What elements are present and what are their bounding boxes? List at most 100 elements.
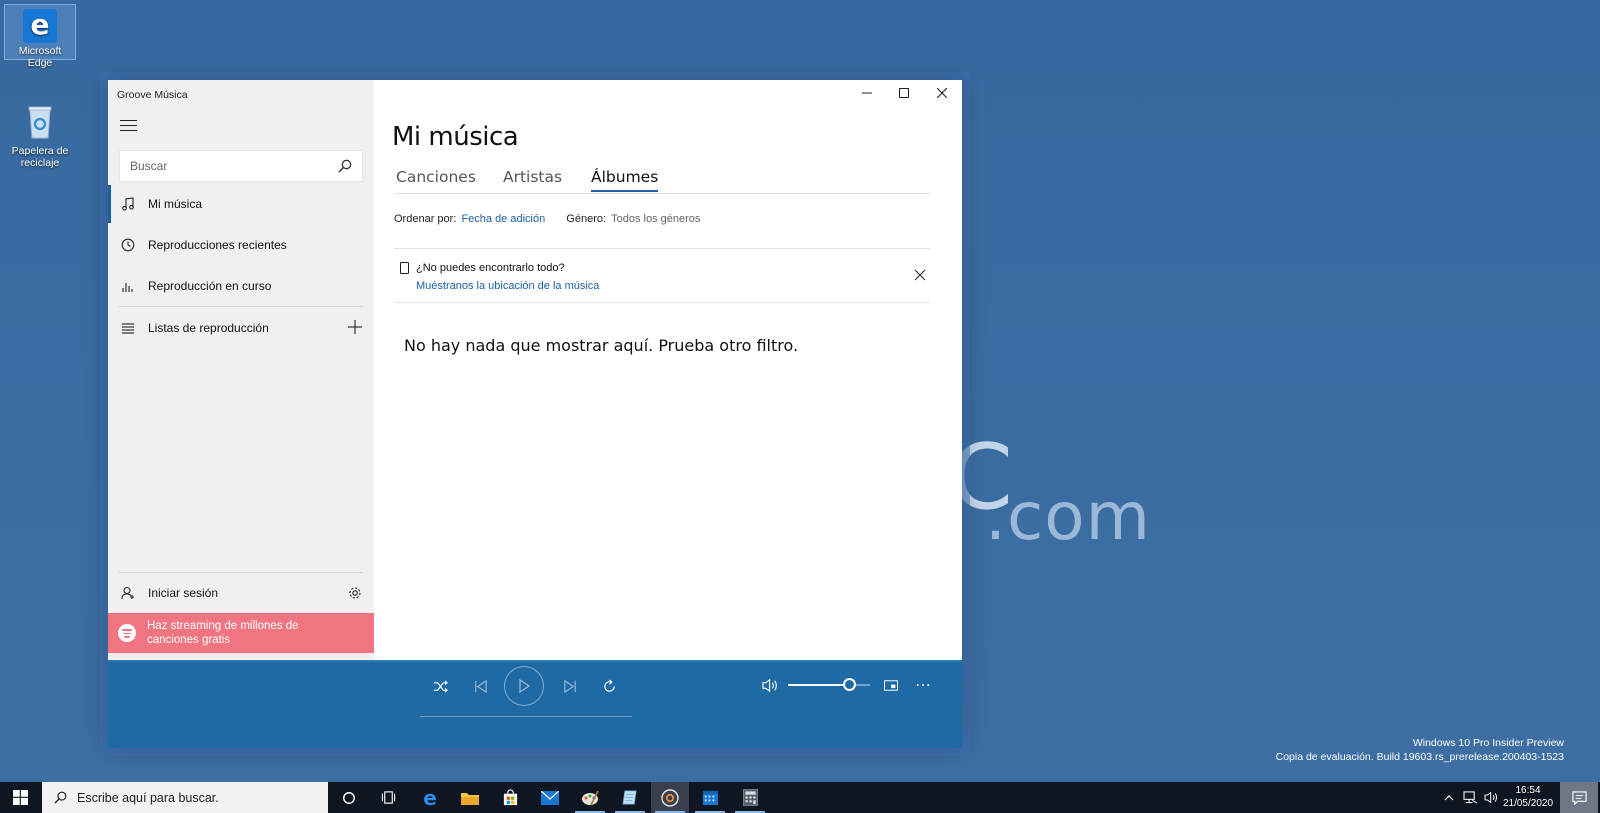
- add-playlist-icon[interactable]: [348, 320, 362, 334]
- repeat-button[interactable]: [597, 674, 621, 698]
- chevron-up-icon: [1444, 794, 1454, 800]
- previous-button[interactable]: [468, 674, 492, 698]
- sidebar-item-mi-musica[interactable]: Mi música: [108, 184, 374, 224]
- clock-time: 16:54: [1515, 785, 1541, 796]
- task-view-icon: [381, 791, 395, 804]
- edge-icon: e: [423, 785, 437, 810]
- equalizer-icon: [121, 279, 135, 293]
- tab-artistas[interactable]: Artistas: [503, 168, 562, 190]
- taskbar-search[interactable]: Escribe aquí para buscar.: [42, 782, 328, 813]
- genre-dropdown[interactable]: Todos los géneros: [611, 213, 700, 225]
- tab-canciones[interactable]: Canciones: [396, 168, 476, 190]
- search-input[interactable]: [120, 151, 320, 181]
- cortana-button[interactable]: [330, 782, 368, 813]
- groove-music-window: Groove Música Mi música Reproducciones r…: [108, 80, 962, 748]
- taskbar-groove-music[interactable]: [651, 782, 689, 813]
- sidebar-item-label: Reproducción en curso: [148, 279, 272, 293]
- maximize-button[interactable]: [885, 80, 923, 106]
- windows-build: Copia de evaluación. Build 19603.rs_prer…: [1275, 751, 1564, 763]
- desktop-icon-label: Microsoft Edge: [18, 45, 62, 69]
- music-note-icon: [121, 197, 135, 211]
- taskbar-calendar[interactable]: [691, 782, 729, 813]
- windows-edition: Windows 10 Pro Insider Preview: [1412, 737, 1564, 749]
- calendar-icon: [702, 790, 718, 806]
- recycle-bin-icon: [28, 106, 52, 139]
- tab-albumes[interactable]: Álbumes: [591, 168, 659, 192]
- volume-fill: [788, 684, 848, 686]
- clock-date: 21/05/2020: [1502, 798, 1554, 809]
- volume-slider[interactable]: [788, 678, 870, 691]
- hamburger-menu-icon[interactable]: [120, 120, 137, 133]
- missing-music-notice: ¿No puedes encontrarlo todo? Muéstranos …: [394, 248, 930, 303]
- taskbar-calculator[interactable]: [731, 782, 769, 813]
- mini-player-button[interactable]: [880, 674, 902, 696]
- genre-label: Género:: [566, 213, 607, 225]
- previous-icon: [474, 679, 487, 693]
- watermark-text: .com: [985, 478, 1151, 555]
- speaker-icon: [761, 678, 777, 692]
- settings-gear-icon[interactable]: [348, 586, 362, 600]
- more-icon: [916, 684, 930, 686]
- minimize-icon: [862, 92, 872, 94]
- groove-music-icon: [661, 788, 679, 807]
- spotify-banner-text: Haz streaming de millones de canciones g…: [147, 620, 299, 646]
- tab-bar: Canciones Artistas Álbumes: [394, 168, 930, 194]
- network-icon: [1462, 791, 1477, 804]
- edge-icon: e: [23, 9, 57, 43]
- search-icon: [54, 791, 67, 804]
- person-icon: [121, 586, 135, 600]
- volume-button[interactable]: [757, 672, 783, 698]
- sidebar-item-en-curso[interactable]: Reproducción en curso: [108, 266, 374, 306]
- empty-state-message: No hay nada que mostrar aquí. Prueba otr…: [404, 336, 799, 355]
- minimize-button[interactable]: [848, 80, 886, 106]
- task-view-button[interactable]: [369, 782, 407, 813]
- sidebar-item-recientes[interactable]: Reproducciones recientes: [108, 225, 374, 265]
- action-center-button[interactable]: [1560, 782, 1598, 813]
- shuffle-button[interactable]: [428, 674, 452, 698]
- close-window-button[interactable]: [923, 80, 961, 106]
- volume-thumb[interactable]: [843, 678, 856, 691]
- taskbar-edge[interactable]: e: [411, 782, 449, 813]
- seek-bar[interactable]: [420, 716, 632, 717]
- show-hidden-icons-button[interactable]: [1440, 782, 1458, 813]
- taskbar-search-placeholder: Escribe aquí para buscar.: [77, 790, 219, 805]
- taskbar-clock[interactable]: 16:54 21/05/2020: [1500, 784, 1556, 810]
- start-button[interactable]: [0, 782, 40, 813]
- play-button[interactable]: [504, 666, 544, 706]
- sidebar-item-listas[interactable]: Listas de reproducción: [108, 308, 374, 348]
- sort-dropdown[interactable]: Fecha de adición: [461, 213, 545, 225]
- notifications-icon: [1571, 791, 1587, 805]
- app-title: Groove Música: [117, 89, 188, 101]
- next-icon: [563, 679, 576, 693]
- more-options-button[interactable]: [912, 674, 934, 696]
- sign-in-label: Iniciar sesión: [148, 586, 219, 600]
- sign-in-button[interactable]: Iniciar sesión: [108, 573, 374, 613]
- next-button[interactable]: [558, 674, 582, 698]
- taskbar-paint[interactable]: [571, 782, 609, 813]
- mini-player-icon: [884, 679, 898, 691]
- desktop-icon-recycle-bin[interactable]: Papelera de reciclaje: [4, 100, 76, 170]
- volume-tray-button[interactable]: [1481, 782, 1501, 813]
- taskbar-store[interactable]: [491, 782, 529, 813]
- maximize-icon: [899, 88, 909, 98]
- notice-question: ¿No puedes encontrarlo todo?: [416, 262, 565, 274]
- taskbar-file-explorer[interactable]: [451, 782, 489, 813]
- network-button[interactable]: [1460, 782, 1480, 813]
- desktop-icon-edge[interactable]: e Microsoft Edge: [4, 4, 76, 69]
- music-location-link[interactable]: Muéstranos la ubicación de la música: [416, 280, 599, 292]
- device-icon: [400, 262, 409, 274]
- search-box[interactable]: [119, 150, 363, 182]
- notepad-icon: [622, 790, 637, 805]
- taskbar-notepad[interactable]: [611, 782, 649, 813]
- sidebar-divider: [119, 306, 363, 307]
- sidebar-item-label: Mi música: [148, 197, 203, 211]
- taskbar-mail[interactable]: [531, 782, 569, 813]
- spotify-banner[interactable]: Haz streaming de millones de canciones g…: [108, 613, 374, 653]
- desktop-icon-label: Papelera de reciclaje: [11, 145, 69, 169]
- speaker-icon: [1484, 791, 1497, 804]
- close-notice-icon[interactable]: [914, 269, 926, 281]
- main-content: Mi música Canciones Artistas Álbumes Ord…: [374, 80, 962, 672]
- sort-label: Ordenar por:: [394, 213, 457, 225]
- windows-build-info: Windows 10 Pro Insider Preview Copia de …: [1276, 736, 1564, 764]
- search-icon[interactable]: [338, 159, 352, 173]
